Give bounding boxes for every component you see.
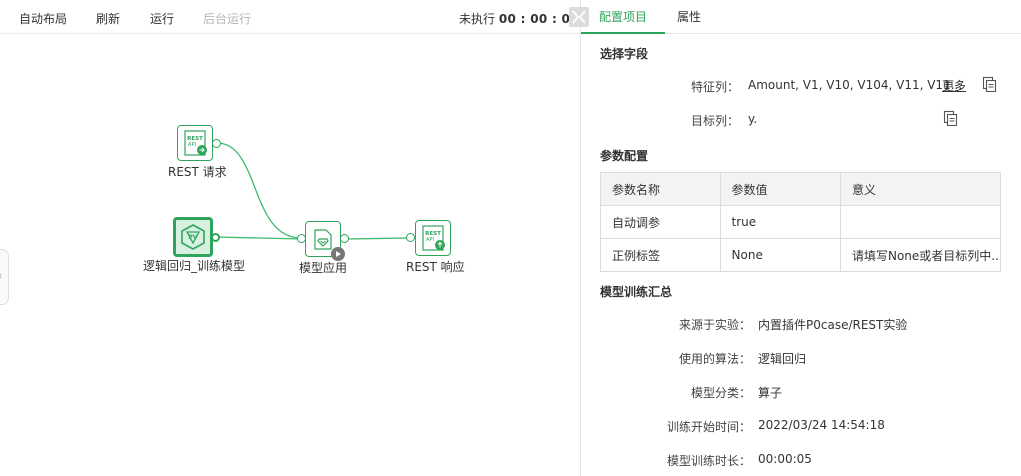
- summary-value-model-type: 算子: [758, 386, 783, 400]
- edge-layer: [215, 142, 411, 240]
- summary-value-source: 内置插件P0case/REST实验: [758, 318, 908, 332]
- target-column-label: 目标列：: [691, 114, 740, 128]
- node-logreg-train[interactable]: PV: [173, 217, 213, 257]
- summary-value-start-time: 2022/03/24 14:54:18: [758, 418, 885, 432]
- copy-icon[interactable]: [981, 76, 997, 92]
- edge-rest-request-to-model-apply: [216, 142, 302, 239]
- chevron-left-icon: ‹: [0, 269, 2, 282]
- svg-text:API: API: [426, 237, 434, 243]
- param-value-cell[interactable]: None: [719, 238, 841, 272]
- summary-label-source: 来源于实验：: [678, 318, 751, 332]
- table-row: 自动调参 true: [600, 205, 1002, 239]
- collapse-arrows-icon: [572, 10, 586, 24]
- summary-label-start-time: 训练开始时间：: [666, 420, 751, 434]
- param-name-cell: 正例标签: [600, 238, 721, 272]
- node-label-logreg-train: 逻辑回归_训练模型: [143, 259, 246, 273]
- feature-columns-value: Amount, V1, V10, V104, V11, V11...: [748, 78, 963, 92]
- param-name-cell: 自动调参: [600, 205, 721, 239]
- background-run-button[interactable]: 后台运行: [203, 10, 251, 27]
- run-status: 未执行 00 : 00 : 00: [459, 10, 579, 27]
- tab-config-items[interactable]: 配置项目: [581, 0, 666, 34]
- left-expand-handle[interactable]: ‹: [0, 249, 9, 305]
- summary-value-algorithm: 逻辑回归: [758, 352, 807, 366]
- node-rest-response[interactable]: REST API: [415, 220, 451, 256]
- copy-icon[interactable]: [942, 110, 958, 126]
- summary-label-duration: 模型训练时长：: [666, 454, 751, 468]
- run-button[interactable]: 运行: [150, 10, 174, 27]
- port-rest-response-in[interactable]: [406, 233, 415, 242]
- app-root: 自动布局 刷新 运行 后台运行 未执行 00 : 00 : 00 ‹ REST …: [0, 0, 1021, 476]
- port-rest-request-out[interactable]: [212, 139, 221, 148]
- section-title-training-summary: 模型训练汇总: [600, 285, 673, 299]
- table-header-row: 参数名称 参数值 意义: [600, 172, 1002, 206]
- workflow-canvas[interactable]: ‹ REST API REST 请求 PV 逻辑回归_训练模型: [0, 35, 580, 476]
- section-title-select-fields: 选择字段: [600, 47, 649, 61]
- model-cube-icon: PV: [181, 224, 205, 250]
- svg-text:API: API: [188, 142, 196, 148]
- port-model-apply-out[interactable]: [340, 234, 349, 243]
- param-meaning-cell: 请填写None或者目标列中...: [839, 238, 1002, 272]
- rest-api-icon: REST API: [184, 130, 207, 156]
- section-title-param-config: 参数配置: [600, 149, 649, 163]
- node-label-rest-request: REST 请求: [168, 165, 227, 179]
- config-panel: 配置项目 属性 选择字段 特征列： Amount, V1, V10, V104,…: [581, 0, 1021, 476]
- more-features-link[interactable]: 更多: [942, 77, 966, 94]
- summary-label-algorithm: 使用的算法：: [678, 352, 751, 366]
- column-header-param-name: 参数名称: [600, 172, 721, 206]
- param-table: 参数名称 参数值 意义 自动调参 true 正例标签 None 请填写None或…: [600, 172, 1002, 272]
- edge-model-apply-to-rest-response: [344, 237, 411, 240]
- auto-layout-button[interactable]: 自动布局: [19, 10, 67, 27]
- column-header-meaning: 意义: [839, 172, 1002, 206]
- feature-columns-label: 特征列：: [691, 80, 740, 94]
- canvas-toolbar: 自动布局 刷新 运行 后台运行 未执行 00 : 00 : 00: [0, 0, 580, 34]
- status-timer: 00 : 00 : 00: [498, 12, 579, 26]
- port-logreg-out[interactable]: [211, 233, 220, 242]
- collapse-panel-button[interactable]: [569, 7, 589, 27]
- node-rest-request[interactable]: REST API: [177, 125, 213, 161]
- edge-logreg-to-model-apply: [215, 236, 302, 240]
- table-row: 正例标签 None 请填写None或者目标列中...: [600, 238, 1002, 272]
- status-prefix: 未执行: [459, 12, 496, 26]
- param-meaning-cell: [839, 205, 1002, 239]
- port-model-apply-in[interactable]: [297, 234, 306, 243]
- rest-api-icon: REST API: [422, 225, 445, 251]
- summary-value-duration: 00:00:05: [758, 452, 812, 466]
- target-column-value: y.: [748, 112, 758, 126]
- param-value-cell[interactable]: true: [719, 205, 841, 239]
- refresh-button[interactable]: 刷新: [96, 10, 120, 27]
- svg-text:PV: PV: [188, 234, 197, 241]
- panel-tabs: 配置项目 属性: [581, 0, 1021, 34]
- summary-label-model-type: 模型分类：: [690, 386, 751, 400]
- column-header-param-value: 参数值: [719, 172, 841, 206]
- node-label-rest-response: REST 响应: [406, 260, 465, 274]
- node-label-model-apply: 模型应用: [299, 261, 348, 275]
- tab-properties[interactable]: 属性: [659, 0, 719, 34]
